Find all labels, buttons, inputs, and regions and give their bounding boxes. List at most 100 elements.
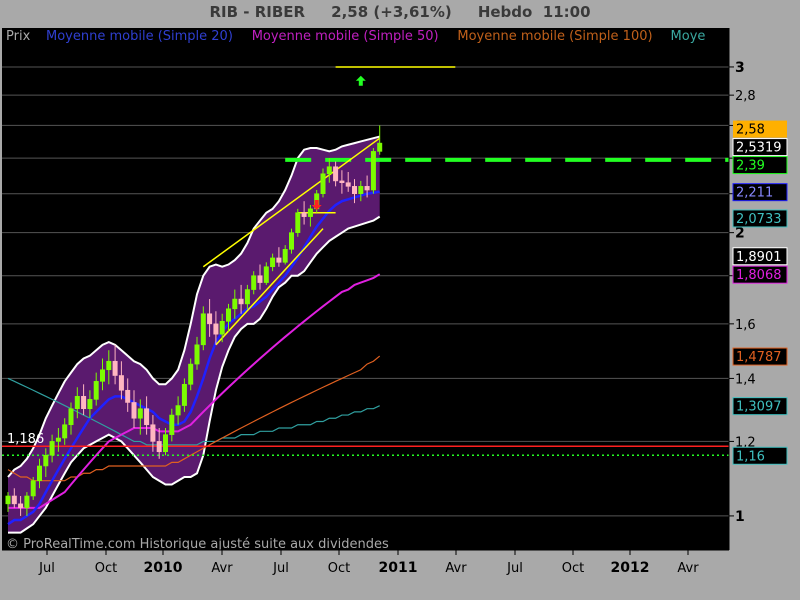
candle-body — [112, 360, 118, 376]
candle-body — [24, 495, 30, 509]
x-tick-label: Avr — [677, 561, 699, 576]
candle-body — [68, 408, 74, 426]
candle-body — [5, 495, 11, 505]
legend-item: Moyenne mobile (Simple 20) — [46, 29, 233, 44]
y-tick-label: 1,4 — [735, 372, 756, 387]
candle-body — [49, 441, 55, 456]
x-axis: Jul Oct 2010 Avr Jul Oct 2011 Avr Jul Oct 2012 Avr — [2, 549, 729, 576]
candle-body — [81, 396, 87, 410]
candle-body — [163, 434, 169, 453]
candle-body — [251, 275, 257, 290]
x-tick-label: 2011 — [379, 560, 418, 576]
x-tick-label: 2012 — [611, 560, 650, 576]
price-label: 1,3097 — [736, 400, 782, 415]
price-chart[interactable]: 1,186 Prix Moyenne mobile (Simple 20) Moye… — [0, 26, 800, 600]
candle-body — [238, 298, 244, 305]
y-tick-label: 1 — [735, 509, 745, 525]
candle-body — [358, 186, 364, 195]
candle-body — [326, 166, 332, 175]
header-bar: RIB - RIBER 2,58 (+3,61%) Hebdo 11:00 — [0, 0, 800, 26]
x-tick-label: Oct — [95, 561, 117, 576]
price-label: 1,4787 — [736, 350, 782, 365]
candle-body — [181, 383, 187, 406]
candle-body — [36, 465, 42, 482]
x-tick-label: Jul — [506, 561, 523, 576]
candle-body — [333, 166, 339, 182]
x-tick-label: Jul — [272, 561, 289, 576]
candle-body — [377, 142, 383, 152]
x-tick-label: Avr — [211, 561, 233, 576]
candle-body — [11, 495, 17, 505]
x-tick-label: Jul — [38, 561, 55, 576]
candle-body — [18, 503, 24, 509]
candle-body — [282, 249, 288, 263]
candle-body — [74, 396, 80, 410]
price-label: 2,5319 — [736, 141, 782, 156]
chart-title: RIB - RIBER 2,58 (+3,61%) Hebdo 11:00 — [209, 3, 591, 21]
candle-body — [131, 402, 137, 419]
candle-body — [364, 186, 370, 191]
plot-background — [2, 28, 729, 550]
legend: Prix Moyenne mobile (Simple 20) Moyenne mo… — [6, 29, 705, 44]
y-tick-label: 1,6 — [735, 318, 756, 333]
candle-body — [219, 320, 225, 335]
candle-body — [175, 405, 181, 416]
level-annotation: 1,186 — [7, 432, 44, 447]
candle-body — [351, 186, 357, 195]
candle-body — [194, 344, 200, 365]
legend-item: Moyenne mobile (Simple 50) — [252, 29, 439, 44]
candle-body — [106, 360, 112, 371]
candle-body — [150, 424, 156, 442]
chart-window: RIB - RIBER 2,58 (+3,61%) Hebdo 11:00 1,… — [0, 0, 800, 600]
price-label: 1,8068 — [736, 268, 782, 283]
x-tick-label: Oct — [328, 561, 350, 576]
candle-body — [118, 375, 124, 391]
legend-item: Moyenne mobile (Simple 100) — [457, 29, 652, 44]
candle-body — [307, 208, 313, 217]
candle-body — [270, 257, 276, 268]
price-labels: 2,58 2,5319 2,39 2,211 2,0733 1,8901 1,8068 1,4… — [732, 120, 788, 465]
candle-body — [226, 308, 232, 322]
candle-body — [125, 389, 131, 403]
candle-body — [301, 212, 307, 217]
candle-body — [100, 369, 106, 382]
candle-body — [207, 313, 213, 325]
candle-body — [320, 173, 326, 195]
legend-item: Moye — [671, 29, 706, 44]
candle-body — [188, 363, 194, 385]
y-tick-label: 2 — [735, 226, 745, 242]
candle-body — [232, 298, 238, 310]
candle-body — [295, 212, 301, 233]
candle-body — [93, 381, 99, 400]
price-label: 1,16 — [736, 449, 765, 464]
price-label: 2,39 — [736, 159, 765, 174]
candle-body — [370, 151, 376, 191]
y-axis: 11,21,41,61,822,22,42,62,83 — [728, 28, 756, 550]
candle-body — [87, 399, 93, 410]
candle-body — [169, 414, 175, 435]
candle-body — [244, 289, 250, 305]
candle-body — [43, 454, 49, 467]
candle-body — [55, 437, 61, 442]
candle-body — [288, 232, 294, 250]
candle-body — [257, 275, 263, 283]
candle-body — [30, 480, 36, 497]
candle-body — [213, 323, 219, 335]
candle-body — [276, 257, 282, 263]
price-label: 2,58 — [736, 123, 765, 138]
candle-body — [339, 180, 345, 184]
candle-body — [345, 182, 351, 187]
y-tick-label: 2,8 — [735, 89, 756, 104]
legend-item: Prix — [6, 29, 31, 44]
price-label: 2,211 — [736, 186, 773, 201]
candle-body — [156, 441, 162, 453]
price-label: 2,0733 — [736, 212, 782, 227]
x-tick-label: 2010 — [144, 560, 183, 576]
price-label: 1,8901 — [736, 250, 782, 265]
candle-body — [144, 408, 150, 426]
x-tick-label: Avr — [445, 561, 467, 576]
x-tick-label: Oct — [562, 561, 584, 576]
candle-body — [200, 313, 206, 346]
candle-body — [263, 266, 269, 283]
y-tick-label: 3 — [735, 60, 745, 76]
